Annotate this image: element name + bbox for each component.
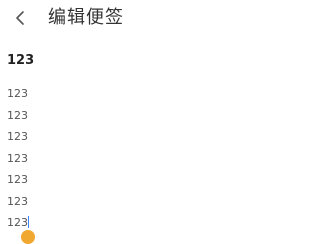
top-bar: 编辑便签 [0, 0, 320, 38]
chevron-left-icon [14, 10, 26, 26]
note-line: 123 [7, 194, 28, 208]
note-line: 123 [7, 87, 28, 100]
note-line: 123 [7, 130, 28, 143]
note-body-editor[interactable]: 123 123 123 123 123 123 123 [7, 83, 307, 234]
back-button[interactable] [8, 6, 32, 30]
note-line: 123 [7, 173, 28, 186]
text-cursor [28, 216, 29, 228]
note-line: 123 [7, 151, 28, 165]
note-title-field[interactable]: 123 [7, 53, 307, 69]
cursor-handle[interactable] [21, 230, 35, 244]
page-title: 编辑便签 [48, 7, 124, 28]
note-line: 123 [7, 108, 28, 122]
note-line: 123 [7, 216, 29, 229]
